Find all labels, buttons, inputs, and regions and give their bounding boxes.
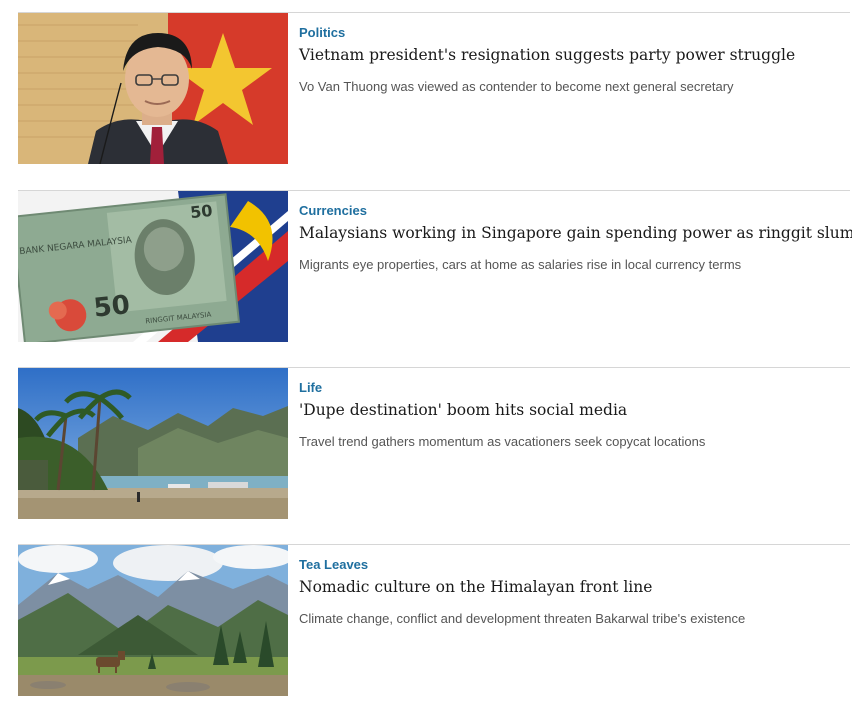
article-summary: Vo Van Thuong was viewed as contender to… <box>299 79 734 94</box>
article-item: Politics Vietnam president's resignation… <box>18 12 850 165</box>
mountain-valley-photo-image <box>18 545 288 696</box>
article-thumbnail[interactable]: BANK NEGARA MALAYSIA 50 50 RINGGIT MALAY… <box>18 191 288 342</box>
category-link[interactable]: Life <box>299 380 322 395</box>
portrait-photo-image <box>18 13 288 164</box>
banknote-corner-denomination: 50 <box>189 201 213 222</box>
article-summary: Migrants eye properties, cars at home as… <box>299 257 742 272</box>
article-item: Tea Leaves Nomadic culture on the Himala… <box>18 544 850 697</box>
headline-link[interactable]: Malaysians working in Singapore gain spe… <box>299 224 852 242</box>
article-item: Life 'Dupe destination' boom hits social… <box>18 367 850 520</box>
article-summary: Climate change, conflict and development… <box>299 611 746 626</box>
banknote-denomination-text: 50 <box>92 290 131 324</box>
article-item: BANK NEGARA MALAYSIA 50 50 RINGGIT MALAY… <box>18 190 852 343</box>
article-thumbnail[interactable] <box>18 545 288 696</box>
article-summary: Travel trend gathers momentum as vacatio… <box>299 434 706 449</box>
article-thumbnail[interactable] <box>18 368 288 519</box>
category-link[interactable]: Tea Leaves <box>299 557 368 572</box>
headline-link[interactable]: Vietnam president's resignation suggests… <box>299 46 795 64</box>
category-link[interactable]: Politics <box>299 25 345 40</box>
banknote-photo-image: BANK NEGARA MALAYSIA 50 50 RINGGIT MALAY… <box>18 191 288 342</box>
headline-link[interactable]: Nomadic culture on the Himalayan front l… <box>299 578 652 596</box>
beach-photo-image <box>18 368 288 519</box>
article-thumbnail[interactable] <box>18 13 288 164</box>
category-link[interactable]: Currencies <box>299 203 367 218</box>
headline-link[interactable]: 'Dupe destination' boom hits social medi… <box>299 401 627 419</box>
